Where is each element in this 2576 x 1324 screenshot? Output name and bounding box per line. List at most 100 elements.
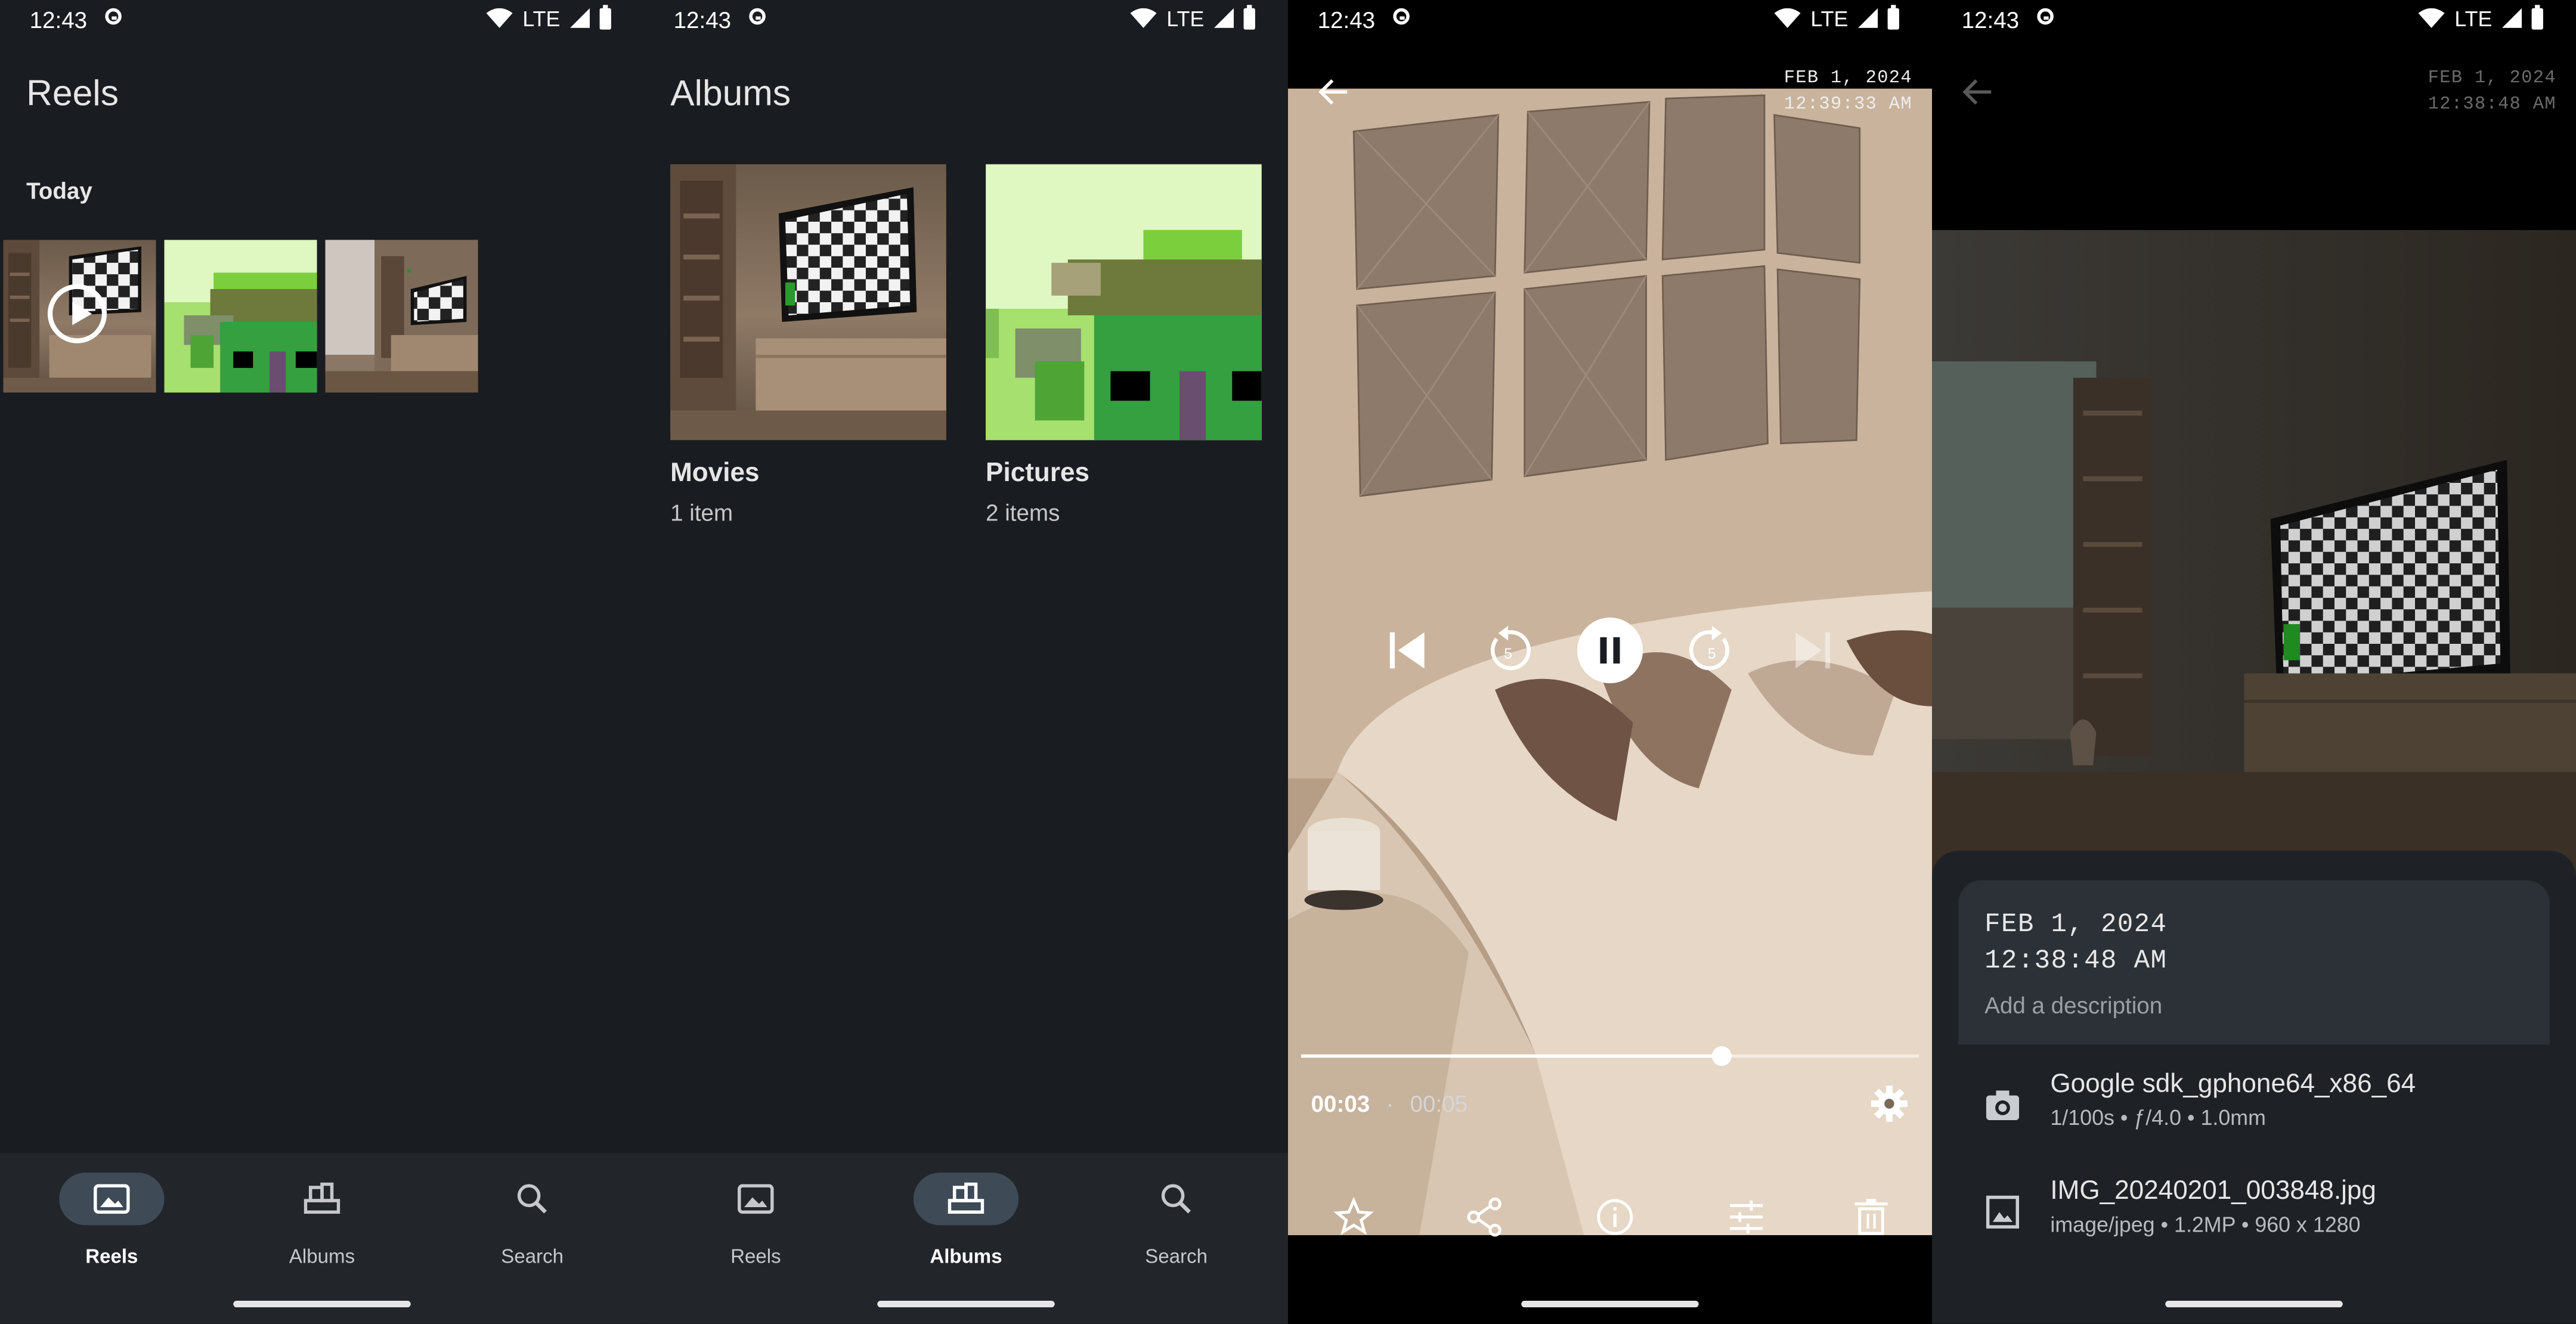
back-arrow-icon[interactable] bbox=[1318, 76, 1351, 108]
replay-5-icon: 5 bbox=[1490, 625, 1531, 671]
page-title: Reels bbox=[26, 72, 119, 114]
status-bar: 12:43 LTE bbox=[0, 0, 644, 39]
forward-seconds: 5 bbox=[1708, 646, 1716, 662]
nav-albums-indicator bbox=[270, 1173, 374, 1225]
total-duration: 00:05 bbox=[1410, 1090, 1468, 1117]
capture-time: 12:38:48 AM bbox=[2428, 95, 2556, 115]
back-arrow-icon[interactable] bbox=[1962, 76, 1995, 108]
wifi-icon bbox=[486, 8, 513, 28]
share-icon[interactable] bbox=[1464, 1196, 1507, 1239]
room-window-image bbox=[325, 240, 478, 393]
file-meta: image/jpeg • 1.2MP • 960 x 1280 bbox=[2050, 1212, 2361, 1237]
albums-icon bbox=[948, 1182, 984, 1214]
skip-previous-button[interactable] bbox=[1373, 618, 1439, 683]
seek-progress bbox=[1301, 1054, 1722, 1058]
skip-next-icon bbox=[1795, 632, 1831, 669]
signal-icon bbox=[1214, 8, 1234, 28]
nav-search-indicator bbox=[479, 1173, 584, 1225]
current-position: 00:03 bbox=[1311, 1090, 1370, 1117]
screen-record-icon bbox=[749, 8, 766, 25]
network-label: LTE bbox=[1810, 5, 1849, 30]
pixel-art-image bbox=[164, 240, 317, 393]
rewind-button[interactable]: 5 bbox=[1475, 618, 1541, 683]
nav-search[interactable]: Search bbox=[1094, 1173, 1259, 1268]
pause-button[interactable] bbox=[1577, 617, 1643, 684]
reel-thumbnail-video[interactable] bbox=[3, 240, 156, 393]
home-indicator[interactable] bbox=[877, 1301, 1055, 1308]
details-bottom-sheet: FEB 1, 2024 12:38:48 AM Add a descriptio… bbox=[1931, 851, 2576, 1324]
nav-albums[interactable]: Albums bbox=[240, 1173, 404, 1268]
details-timestamp: FEB 1, 2024 12:38:48 AM bbox=[1984, 907, 2167, 979]
bottom-navigation: Reels Albums Search bbox=[0, 1153, 644, 1324]
seek-bar[interactable] bbox=[1301, 1046, 1919, 1066]
nav-reels-indicator bbox=[703, 1173, 808, 1225]
photo-preview[interactable] bbox=[1931, 230, 2576, 887]
status-bar: 12:43 LTE bbox=[644, 0, 1288, 39]
battery-icon bbox=[1243, 4, 1255, 29]
nav-reels-indicator bbox=[59, 1173, 165, 1226]
nav-search[interactable]: Search bbox=[450, 1173, 615, 1268]
battery-icon bbox=[1887, 4, 1899, 29]
status-time: 12:43 bbox=[673, 7, 732, 33]
reels-screen: 12:43 LTE Reels Today Reels Albums Searc… bbox=[0, 0, 644, 1324]
star-icon[interactable] bbox=[1332, 1196, 1375, 1239]
battery-icon bbox=[599, 4, 611, 29]
reel-thumbnail-room[interactable] bbox=[325, 240, 478, 393]
signal-icon bbox=[570, 8, 590, 28]
status-time: 12:43 bbox=[1961, 7, 2020, 33]
status-bar: 12:43 LTE bbox=[1288, 0, 1932, 39]
camera-model: Google sdk_gphone64_x86_64 bbox=[2050, 1071, 2416, 1099]
screen-record-icon bbox=[2037, 8, 2054, 25]
skip-next-button[interactable] bbox=[1781, 618, 1847, 683]
album-name-pictures: Pictures bbox=[986, 460, 1090, 488]
signal-icon bbox=[2502, 8, 2522, 28]
photo-details-screen: 12:43 LTE FEB 1, 2024 12:38:48 AM FEB 1,… bbox=[1931, 0, 2576, 1324]
home-indicator[interactable] bbox=[2165, 1301, 2343, 1308]
home-indicator[interactable] bbox=[233, 1301, 411, 1308]
description-card: FEB 1, 2024 12:38:48 AM Add a descriptio… bbox=[1958, 880, 2550, 1045]
time-display: 00:03 · 00:05 bbox=[1311, 1090, 1468, 1117]
album-cover-movies[interactable] bbox=[670, 164, 946, 441]
delete-icon[interactable] bbox=[1850, 1196, 1893, 1239]
home-indicator[interactable] bbox=[1521, 1301, 1699, 1308]
album-cover-pictures[interactable] bbox=[986, 164, 1262, 441]
description-input[interactable]: Add a description bbox=[1984, 992, 2162, 1018]
bottom-navigation: Reels Albums Search bbox=[643, 1153, 1288, 1324]
album-count-pictures: 2 items bbox=[986, 499, 1060, 526]
rewind-seconds: 5 bbox=[1504, 646, 1512, 662]
nav-search-indicator bbox=[1123, 1173, 1228, 1225]
capture-date: FEB 1, 2024 bbox=[2428, 69, 2556, 89]
capture-time: 12:39:33 AM bbox=[1784, 95, 1912, 115]
nav-reels[interactable]: Reels bbox=[674, 1173, 838, 1268]
search-icon bbox=[517, 1184, 547, 1214]
status-time: 12:43 bbox=[29, 7, 88, 33]
info-icon[interactable] bbox=[1593, 1196, 1636, 1239]
albums-icon bbox=[304, 1182, 340, 1214]
camera-exposure: 1/100s • ƒ/4.0 • 1.0mm bbox=[2050, 1105, 2266, 1130]
wifi-icon bbox=[1774, 8, 1801, 28]
nav-reels[interactable]: Reels bbox=[30, 1173, 194, 1268]
settings-gear-icon[interactable] bbox=[1869, 1084, 1909, 1123]
video-player-screen: 12:43 LTE FEB 1, 2024 12:39:33 AM 5 5 00… bbox=[1287, 0, 1932, 1324]
nav-reels-label: Reels bbox=[730, 1245, 781, 1268]
pixel-art-image bbox=[986, 164, 1262, 441]
seek-thumb[interactable] bbox=[1711, 1046, 1731, 1066]
wifi-icon bbox=[1130, 8, 1157, 28]
screen-record-icon bbox=[105, 8, 122, 25]
nav-albums-label: Albums bbox=[289, 1245, 355, 1268]
network-label: LTE bbox=[2454, 5, 2493, 30]
pause-icon bbox=[1600, 637, 1620, 664]
image-icon bbox=[94, 1184, 130, 1214]
file-info-row: IMG_20240201_003848.jpg image/jpeg • 1.2… bbox=[1932, 1177, 2576, 1249]
albums-screen: 12:43 LTE Albums Movies 1 item Pictures … bbox=[643, 0, 1288, 1324]
reel-thumbnail-pixel-art[interactable] bbox=[164, 240, 317, 393]
details-date: FEB 1, 2024 bbox=[1984, 910, 2168, 939]
edit-adjust-icon[interactable] bbox=[1725, 1196, 1768, 1239]
nav-albums[interactable]: Albums bbox=[884, 1173, 1048, 1268]
play-icon bbox=[47, 284, 107, 343]
capture-date: FEB 1, 2024 bbox=[1784, 69, 1912, 89]
details-time: 12:38:48 AM bbox=[1984, 945, 2168, 976]
file-name: IMG_20240201_003848.jpg bbox=[2050, 1177, 2376, 1206]
battery-icon bbox=[2531, 4, 2543, 29]
forward-button[interactable]: 5 bbox=[1679, 618, 1745, 683]
